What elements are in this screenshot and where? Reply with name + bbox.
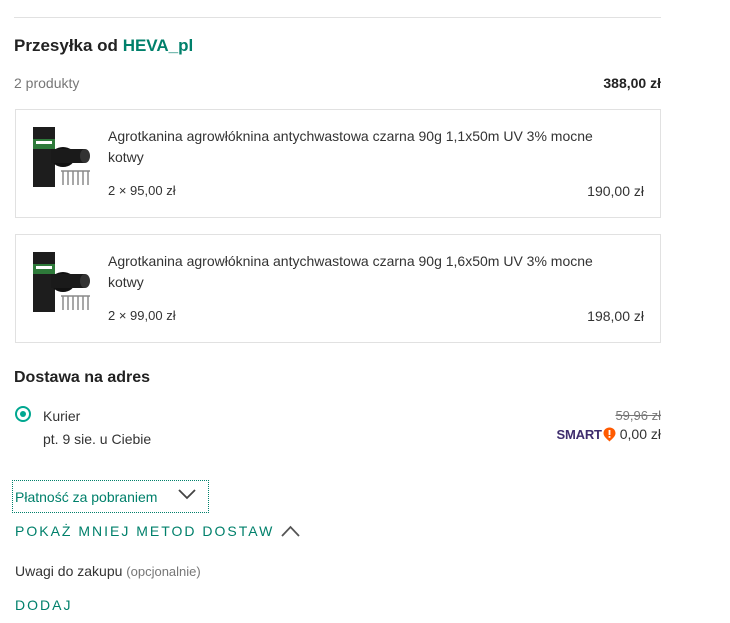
delivery-new-price: 0,00 zł [619,426,661,442]
product-thumbnail[interactable] [33,252,93,312]
show-less-delivery-methods-button[interactable]: POKAŻ MNIEJ METOD DOSTAW [15,523,274,539]
notes-optional: (opcjonalnie) [126,564,201,579]
product-card: Agrotkanina agrowłóknina antychwastowa c… [15,234,661,343]
courier-radio[interactable] [15,406,31,422]
delivery-old-price: 59,96 zł [615,408,661,423]
chevron-down-icon [178,489,196,500]
chevron-up-icon[interactable] [281,525,300,538]
product-name[interactable]: Agrotkanina agrowłóknina antychwastowa c… [108,126,628,168]
notes-label: Uwagi do zakupu [15,563,123,579]
section-divider [14,17,661,18]
smart-badge: SMART [557,427,616,442]
payment-method-select[interactable]: Płatność za pobraniem [12,480,209,513]
shipment-title: Przesyłka od HEVA_pl [14,36,193,56]
seller-link[interactable]: HEVA_pl [123,36,194,55]
smart-label: SMART [556,426,602,442]
delivery-method-label[interactable]: Kurier [43,408,80,424]
add-note-button[interactable]: DODAJ [15,597,72,613]
product-count: 2 produkty [14,75,80,91]
payment-method-label: Płatność za pobraniem [15,488,158,505]
shipment-total: 388,00 zł [603,75,661,91]
smart-price-row: SMART 0,00 zł [557,426,661,442]
product-quantity: 2 × 95,00 zł [108,183,176,198]
product-price: 198,00 zł [587,308,644,324]
product-price: 190,00 zł [587,183,644,199]
product-quantity: 2 × 99,00 zł [108,308,176,323]
shipment-title-prefix: Przesyłka od [14,36,118,55]
delivery-date: pt. 9 sie. u Ciebie [43,431,152,447]
product-name[interactable]: Agrotkanina agrowłóknina antychwastowa c… [108,251,628,293]
smart-exclamation-icon [603,427,616,441]
product-card: Agrotkanina agrowłóknina antychwastowa c… [15,109,661,218]
product-thumbnail[interactable] [33,127,93,187]
purchase-notes-label: Uwagi do zakupu (opcjonalnie) [15,563,201,579]
delivery-title: Dostawa na adres [14,369,151,386]
